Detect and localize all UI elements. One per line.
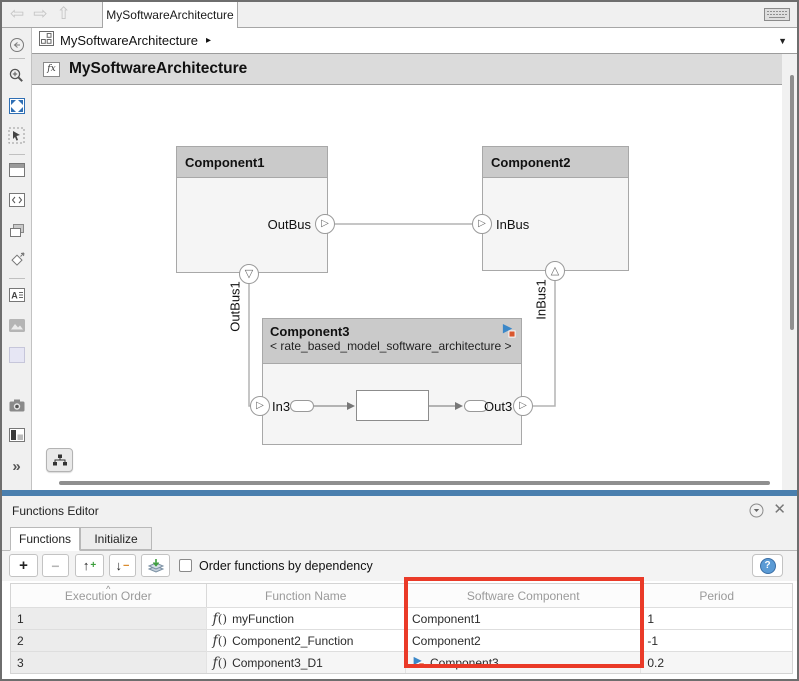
up-icon[interactable]: ⇧ [57, 4, 71, 24]
plus-icon: + [19, 557, 28, 574]
help-button[interactable]: ? [752, 554, 783, 577]
port-label-outbus: OutBus [245, 217, 311, 232]
document-tab-bar: ⇦ ⇨ ⇧ MySoftwareArchitecture [2, 2, 797, 28]
area-icon[interactable] [6, 344, 28, 366]
simulink-window: ⇦ ⇨ ⇧ MySoftwareArchitecture MySoftwareA… [0, 0, 799, 681]
cell-software-component[interactable]: Component3 [406, 651, 641, 673]
cell-function-name[interactable]: f()Component2_Function [207, 629, 406, 651]
screenshot-icon[interactable] [6, 394, 28, 416]
update-stack-icon [147, 558, 165, 574]
table-row[interactable]: 1 f()myFunction Component1 1 [11, 607, 792, 629]
tab-initialize[interactable]: Initialize [80, 527, 152, 550]
back-icon[interactable]: ⇦ [10, 4, 24, 24]
viewmarks-icon[interactable] [6, 424, 28, 446]
table-row[interactable]: 2 f()Component2_Function Component2 -1 [11, 629, 792, 651]
function-icon: f() [213, 655, 228, 671]
sort-ascending-icon: ^ [106, 584, 110, 594]
horizontal-scrollbar-thumb[interactable] [59, 481, 770, 485]
help-icon: ? [760, 558, 776, 574]
checkbox-label: Order functions by dependency [199, 559, 373, 573]
port-in3-icon[interactable]: ▷ [250, 396, 270, 416]
port-label-in3: In3 [272, 399, 290, 414]
cell-execution-order: 3 [11, 651, 207, 673]
cell-execution-order: 2 [11, 629, 207, 651]
svg-text:A: A [11, 291, 18, 301]
vertical-scrollbar-thumb[interactable] [790, 75, 794, 330]
fit-to-view-icon[interactable] [6, 95, 28, 117]
functions-editor-panel: Functions Editor ✕ Functions Initialize … [2, 496, 797, 679]
function-icon: f() [213, 611, 228, 627]
annotation-icon[interactable]: A [6, 284, 28, 306]
tab-functions[interactable]: Functions [10, 527, 80, 551]
port-inbus-icon[interactable]: ▷ [472, 214, 492, 234]
close-panel-icon[interactable]: ✕ [773, 500, 786, 518]
cell-execution-order: 1 [11, 607, 207, 629]
diagram-canvas[interactable]: fx MySoftwareArchitecture Component1 Com… [32, 54, 797, 490]
col-header-period[interactable]: Period [641, 584, 792, 607]
add-function-button[interactable]: + [9, 554, 38, 577]
referenced-model-block[interactable] [356, 390, 429, 421]
table-row[interactable]: 3 f()Component3_D1 Component3 0.2 [11, 651, 792, 673]
cell-period[interactable]: -1 [641, 629, 792, 651]
port-inbus1-icon[interactable]: △ [545, 261, 565, 281]
forward-icon[interactable]: ⇨ [33, 4, 47, 24]
minus-icon: − [51, 558, 59, 574]
palette-toolbar: A » [2, 28, 32, 490]
order-by-dependency-checkbox[interactable] [179, 559, 192, 572]
cell-software-component[interactable]: Component1 [406, 607, 641, 629]
function-icon: f() [213, 633, 228, 649]
remove-function-button[interactable]: − [42, 554, 69, 577]
breadcrumb-arrow-icon[interactable]: ▸ [206, 35, 211, 46]
model-reference-badge-icon [412, 656, 425, 669]
cell-function-name[interactable]: f()Component3_D1 [207, 651, 406, 673]
port-out3-icon[interactable]: ▷ [513, 396, 533, 416]
code-view-icon[interactable] [6, 189, 28, 211]
copy-view-icon[interactable] [6, 219, 28, 241]
down-arrow-icon: ↓ [116, 558, 123, 573]
image-icon[interactable] [6, 314, 28, 336]
update-functions-button[interactable] [141, 554, 170, 577]
up-arrow-icon: ↑ [83, 558, 90, 573]
select-region-icon[interactable] [6, 124, 28, 146]
cell-period[interactable]: 0.2 [641, 651, 792, 673]
dropdown-arrow-icon[interactable]: ▼ [778, 36, 787, 46]
bus-element-pill [290, 400, 314, 412]
port-label-inbus: InBus [496, 217, 529, 232]
cell-software-component[interactable]: Component2 [406, 629, 641, 651]
panel-title: Functions Editor [12, 504, 99, 518]
architecture-model-icon [39, 31, 54, 51]
table-header-row: ^Execution Order Function Name Software … [11, 584, 792, 607]
divider [9, 58, 25, 59]
col-header-execution-order[interactable]: ^Execution Order [11, 584, 207, 607]
functions-table: ^Execution Order Function Name Software … [10, 583, 793, 674]
panel-tabs: Functions Initialize [2, 527, 797, 551]
keyboard-shortcuts-icon[interactable] [764, 8, 790, 26]
port-outbus1-icon[interactable]: ▽ [239, 264, 259, 284]
show-model-browser-icon[interactable] [6, 34, 28, 56]
col-header-function-name[interactable]: Function Name [207, 584, 406, 607]
divider [9, 154, 25, 155]
port-label-out3: Out3 [484, 399, 512, 414]
signal-route-icon[interactable] [6, 249, 28, 271]
functions-toolbar: + − ↑+ ↓− Order functions by dependency … [2, 551, 797, 581]
table-container: ^Execution Order Function Name Software … [2, 581, 797, 679]
cell-period[interactable]: 1 [641, 607, 792, 629]
move-up-button[interactable]: ↑+ [75, 554, 104, 577]
expand-toolstrip-icon[interactable]: » [6, 455, 28, 477]
zoom-region-icon[interactable] [6, 64, 28, 86]
cell-function-name[interactable]: f()myFunction [207, 607, 406, 629]
breadcrumb: MySoftwareArchitecture ▸ ▼ [32, 28, 797, 54]
minimize-panel-icon[interactable] [749, 503, 764, 523]
breadcrumb-item[interactable]: MySoftwareArchitecture [60, 33, 198, 48]
col-header-software-component[interactable]: Software Component [406, 584, 641, 607]
divider [9, 278, 25, 279]
viewport-icon[interactable] [6, 159, 28, 181]
port-outbus-icon[interactable]: ▷ [315, 214, 335, 234]
tab-label: MySoftwareArchitecture [106, 8, 233, 22]
move-down-button[interactable]: ↓− [109, 554, 136, 577]
tab-mysoftwarearchitecture[interactable]: MySoftwareArchitecture [102, 2, 238, 28]
